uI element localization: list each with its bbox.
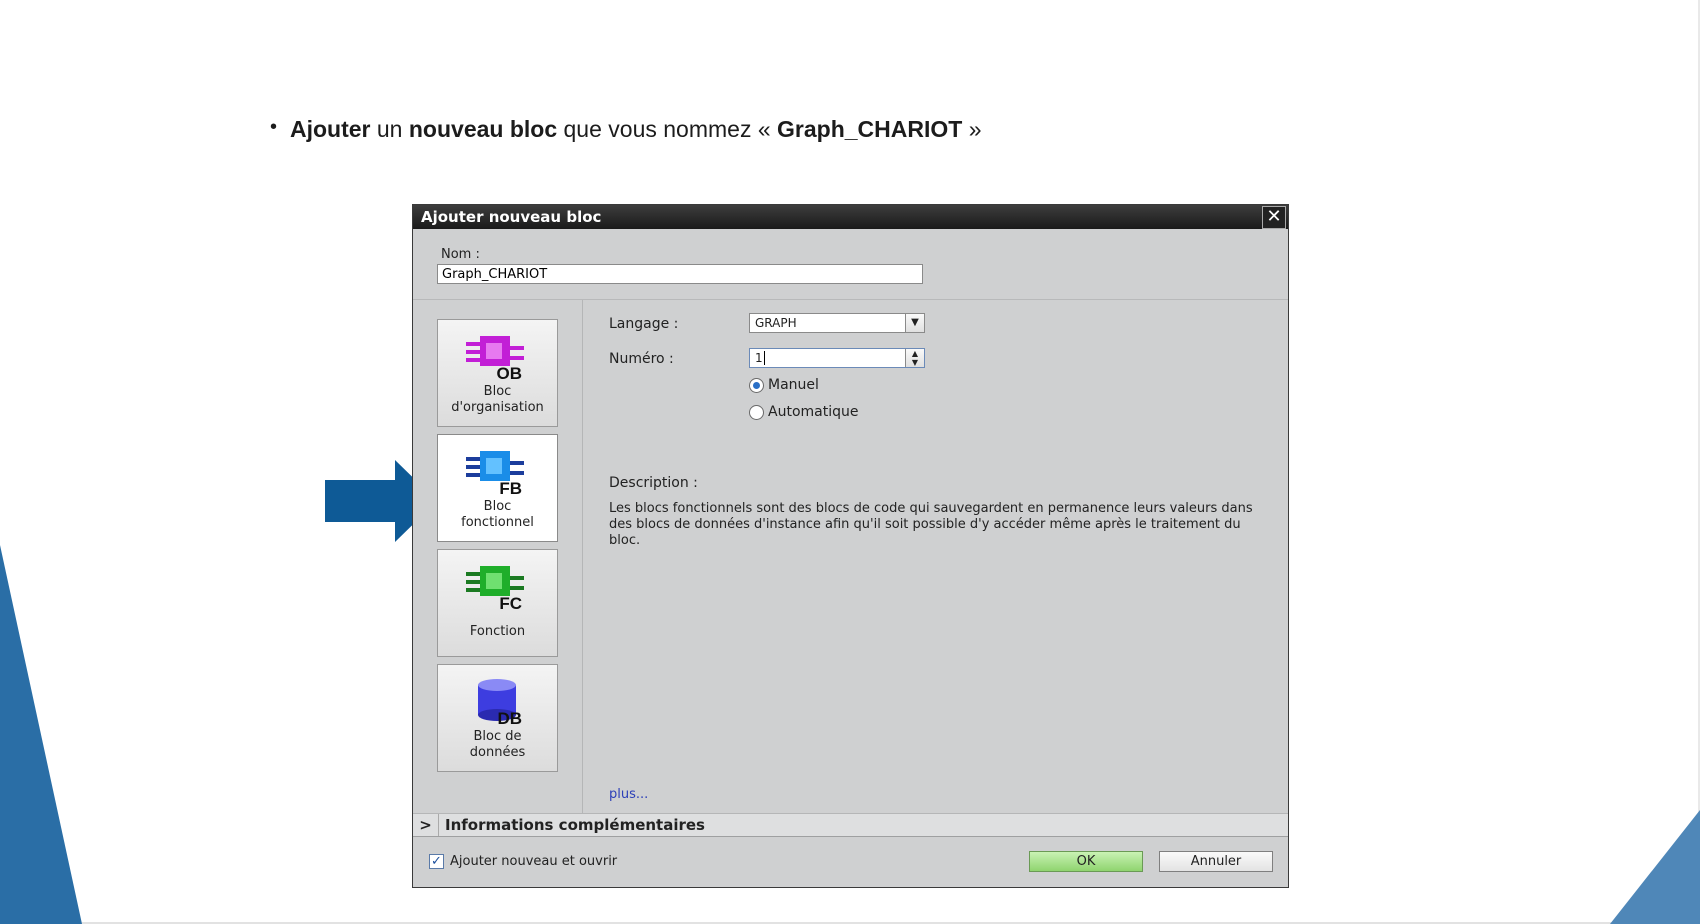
block-type-ob-label: Bloc d'organisation bbox=[451, 384, 544, 415]
instruction-part: un bbox=[370, 116, 409, 142]
description-text: Les blocs fonctionnels sont des blocs de… bbox=[609, 501, 1253, 548]
radio-manual-label: Manuel bbox=[768, 377, 819, 393]
chevron-down-icon[interactable]: ▼ bbox=[905, 314, 924, 332]
instruction-word: Graph_CHARIOT bbox=[777, 116, 963, 142]
separator bbox=[582, 300, 583, 813]
spin-arrows-icon[interactable]: ▲ ▼ bbox=[905, 349, 924, 367]
radio-manual-indicator[interactable] bbox=[749, 377, 764, 393]
dialog-titlebar: Ajouter nouveau bloc ✕ bbox=[413, 205, 1288, 229]
instruction-part: » bbox=[962, 116, 982, 142]
db-block-icon: DB bbox=[478, 679, 522, 725]
bullet: • bbox=[270, 116, 278, 138]
number-label: Numéro : bbox=[609, 351, 674, 367]
instruction-word: Ajouter bbox=[290, 116, 371, 142]
block-type-db-label: Bloc de données bbox=[469, 729, 526, 760]
chevron-right-icon[interactable]: > bbox=[413, 814, 439, 836]
name-field[interactable] bbox=[437, 264, 923, 284]
add-block-dialog: Ajouter nouveau bloc ✕ Nom : OB Blocd'or… bbox=[412, 204, 1289, 888]
block-type-fc-label: Fonction bbox=[469, 624, 526, 639]
more-link[interactable]: plus... bbox=[609, 787, 648, 802]
radio-manual[interactable]: Manuel bbox=[749, 377, 819, 393]
language-value: GRAPH bbox=[755, 316, 797, 330]
instruction-text: • Ajouter un nouveau bloc que vous nomme… bbox=[270, 116, 982, 143]
instruction-word: nouveau bloc bbox=[408, 116, 558, 142]
radio-automatic[interactable]: Automatique bbox=[749, 404, 858, 420]
text-cursor bbox=[763, 351, 765, 365]
block-type-db-button[interactable]: DB Bloc de données bbox=[437, 664, 558, 772]
add-and-open-checkbox[interactable]: ✓ Ajouter nouveau et ouvrir bbox=[429, 854, 617, 869]
ob-block-icon: OB bbox=[466, 336, 524, 380]
number-stepper[interactable]: 1 ▲ ▼ bbox=[749, 348, 925, 368]
svg-text:OB: OB bbox=[497, 364, 523, 380]
number-value: 1 bbox=[755, 351, 763, 365]
instruction-part: que vous nommez « bbox=[557, 116, 778, 142]
block-type-fb-label: Bloc fonctionnel bbox=[461, 499, 534, 530]
block-type-fc-button[interactable]: FC Fonction bbox=[437, 549, 558, 657]
fc-block-icon: FC bbox=[466, 566, 524, 610]
add-and-open-label: Ajouter nouveau et ouvrir bbox=[450, 854, 618, 869]
additional-info-label: Informations complémentaires bbox=[445, 816, 705, 834]
language-select[interactable]: GRAPH ▼ bbox=[749, 313, 925, 333]
radio-automatic-label: Automatique bbox=[768, 404, 859, 420]
block-type-ob-button[interactable]: OB Bloc d'organisation bbox=[437, 319, 558, 427]
close-button[interactable]: ✕ bbox=[1262, 206, 1286, 229]
cancel-button[interactable]: Annuler bbox=[1159, 851, 1273, 872]
dialog-title: Ajouter nouveau bloc bbox=[421, 208, 602, 226]
block-type-fb-button[interactable]: FB Bloc fonctionnel bbox=[437, 434, 558, 542]
svg-text:DB: DB bbox=[497, 709, 522, 725]
checkmark-icon[interactable]: ✓ bbox=[429, 854, 444, 869]
additional-info-expander[interactable]: > Informations complémentaires bbox=[413, 813, 1288, 837]
close-icon: ✕ bbox=[1266, 206, 1282, 227]
description-label: Description : bbox=[609, 475, 698, 491]
svg-text:FC: FC bbox=[499, 594, 522, 610]
name-label: Nom : bbox=[441, 247, 480, 262]
fb-block-icon: FB bbox=[466, 451, 524, 495]
radio-automatic-indicator[interactable] bbox=[749, 404, 764, 420]
decorative-corner-right bbox=[1610, 810, 1700, 924]
ok-button[interactable]: OK bbox=[1029, 851, 1143, 872]
svg-text:FB: FB bbox=[499, 479, 522, 495]
block-type-list: OB Bloc d'organisation FB Bloc fonctionnel… bbox=[413, 300, 582, 813]
language-label: Langage : bbox=[609, 316, 679, 332]
decorative-corner-left bbox=[0, 545, 82, 924]
